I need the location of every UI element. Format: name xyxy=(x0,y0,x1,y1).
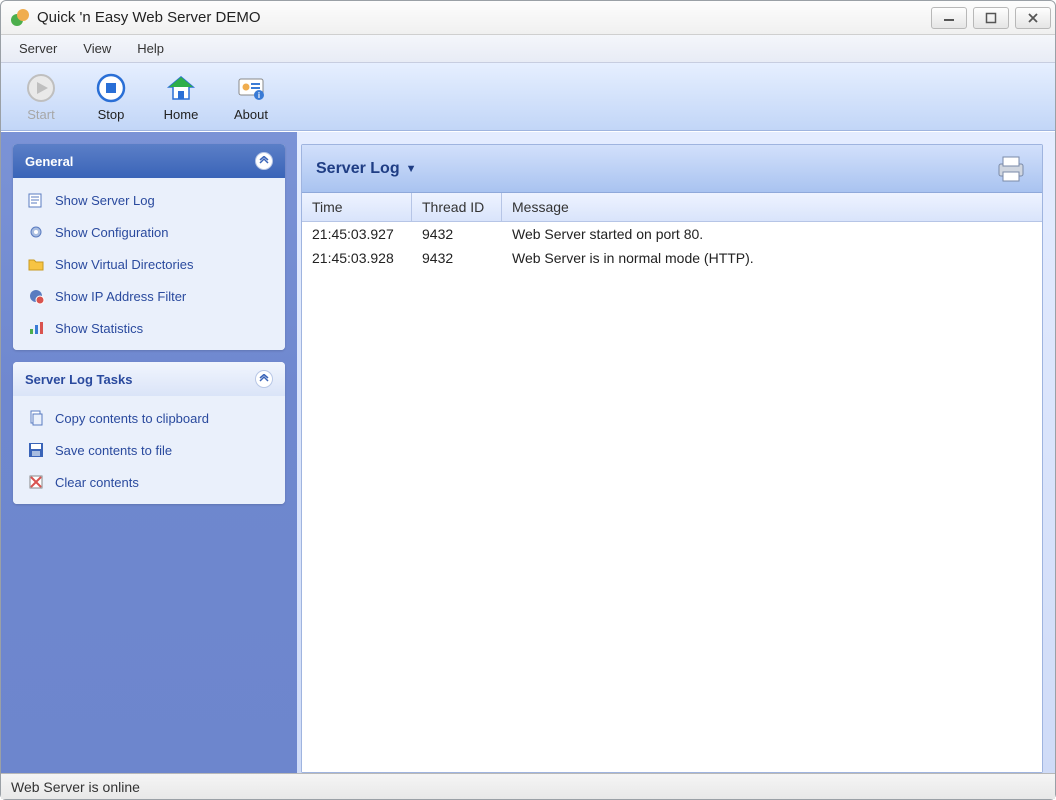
start-label: Start xyxy=(27,107,54,122)
start-button[interactable]: Start xyxy=(15,72,67,122)
sidebar-item-ip-filter[interactable]: Show IP Address Filter xyxy=(17,280,281,312)
maximize-button[interactable] xyxy=(973,7,1009,29)
copy-icon xyxy=(27,409,45,427)
close-button[interactable] xyxy=(1015,7,1051,29)
menu-help[interactable]: Help xyxy=(125,37,176,60)
task-label: Save contents to file xyxy=(55,443,172,458)
about-button[interactable]: i About xyxy=(225,72,277,122)
about-label: About xyxy=(234,107,268,122)
task-label: Copy contents to clipboard xyxy=(55,411,209,426)
stop-label: Stop xyxy=(98,107,125,122)
panel-general-header[interactable]: General xyxy=(13,144,285,178)
table-row[interactable]: 21:45:03.927 9432 Web Server started on … xyxy=(302,222,1042,246)
sidebar-item-label: Show Server Log xyxy=(55,193,155,208)
content-title-text: Server Log xyxy=(316,160,400,178)
table-row[interactable]: 21:45:03.928 9432 Web Server is in norma… xyxy=(302,246,1042,270)
cell-time: 21:45:03.927 xyxy=(302,224,412,244)
gear-icon xyxy=(27,223,45,241)
chart-icon xyxy=(27,319,45,337)
cell-message: Web Server started on port 80. xyxy=(502,224,1042,244)
app-icon xyxy=(11,9,29,27)
chevron-up-icon xyxy=(259,374,269,384)
panel-tasks-body: Copy contents to clipboard Save contents… xyxy=(13,396,285,504)
chevron-up-icon xyxy=(259,156,269,166)
task-label: Clear contents xyxy=(55,475,139,490)
home-icon xyxy=(165,72,197,104)
sidebar-item-virtual-dirs[interactable]: Show Virtual Directories xyxy=(17,248,281,280)
content-card: Server Log ▼ Time Thread ID Message 21:4… xyxy=(301,144,1043,773)
panel-general: General Show Server Log Show Configurati… xyxy=(13,144,285,350)
printer-icon[interactable] xyxy=(994,154,1028,184)
close-icon xyxy=(1027,12,1039,24)
cell-time: 21:45:03.928 xyxy=(302,248,412,268)
main-pane: Server Log ▼ Time Thread ID Message 21:4… xyxy=(297,132,1055,773)
statusbar: Web Server is online xyxy=(1,773,1055,799)
sidebar-item-configuration[interactable]: Show Configuration xyxy=(17,216,281,248)
save-icon xyxy=(27,441,45,459)
home-button[interactable]: Home xyxy=(155,72,207,122)
titlebar: Quick 'n Easy Web Server DEMO xyxy=(1,1,1055,35)
sidebar-item-label: Show IP Address Filter xyxy=(55,289,186,304)
menubar: Server View Help xyxy=(1,35,1055,63)
sidebar-item-label: Show Configuration xyxy=(55,225,168,240)
sidebar-item-label: Show Statistics xyxy=(55,321,143,336)
menu-view[interactable]: View xyxy=(71,37,123,60)
sidebar-item-label: Show Virtual Directories xyxy=(55,257,193,272)
col-thread-header[interactable]: Thread ID xyxy=(412,193,502,221)
window-title: Quick 'n Easy Web Server DEMO xyxy=(37,9,931,26)
filter-icon xyxy=(27,287,45,305)
log-table-body[interactable]: 21:45:03.927 9432 Web Server started on … xyxy=(302,222,1042,772)
cell-thread: 9432 xyxy=(412,248,502,268)
clear-icon xyxy=(27,473,45,491)
sidebar-item-server-log[interactable]: Show Server Log xyxy=(17,184,281,216)
app-window: Quick 'n Easy Web Server DEMO Server Vie… xyxy=(0,0,1056,800)
panel-tasks-title: Server Log Tasks xyxy=(25,372,132,387)
home-label: Home xyxy=(164,107,199,122)
sidebar: General Show Server Log Show Configurati… xyxy=(1,132,297,773)
svg-text:i: i xyxy=(258,91,260,100)
panel-general-body: Show Server Log Show Configuration Show … xyxy=(13,178,285,350)
window-controls xyxy=(931,7,1051,29)
maximize-icon xyxy=(985,12,997,24)
content-header: Server Log ▼ xyxy=(302,145,1042,193)
stop-button[interactable]: Stop xyxy=(85,72,137,122)
stop-icon xyxy=(95,72,127,104)
collapse-general-button[interactable] xyxy=(255,152,273,170)
toolbar: Start Stop Home i About xyxy=(1,63,1055,131)
task-copy-clipboard[interactable]: Copy contents to clipboard xyxy=(17,402,281,434)
minimize-button[interactable] xyxy=(931,7,967,29)
cell-message: Web Server is in normal mode (HTTP). xyxy=(502,248,1042,268)
col-time-header[interactable]: Time xyxy=(302,193,412,221)
col-message-header[interactable]: Message xyxy=(502,193,1042,221)
play-icon xyxy=(25,72,57,104)
log-icon xyxy=(27,191,45,209)
folder-icon xyxy=(27,255,45,273)
body-area: General Show Server Log Show Configurati… xyxy=(1,131,1055,773)
about-icon: i xyxy=(235,72,267,104)
panel-tasks: Server Log Tasks Copy contents to clipbo… xyxy=(13,362,285,504)
menu-server[interactable]: Server xyxy=(7,37,69,60)
collapse-tasks-button[interactable] xyxy=(255,370,273,388)
chevron-down-icon: ▼ xyxy=(406,163,417,175)
cell-thread: 9432 xyxy=(412,224,502,244)
content-title-dropdown[interactable]: Server Log ▼ xyxy=(316,160,416,178)
task-save-file[interactable]: Save contents to file xyxy=(17,434,281,466)
log-table-header: Time Thread ID Message xyxy=(302,193,1042,222)
minimize-icon xyxy=(943,12,955,24)
panel-tasks-header[interactable]: Server Log Tasks xyxy=(13,362,285,396)
task-clear-contents[interactable]: Clear contents xyxy=(17,466,281,498)
sidebar-item-statistics[interactable]: Show Statistics xyxy=(17,312,281,344)
panel-general-title: General xyxy=(25,154,73,169)
status-text: Web Server is online xyxy=(11,779,140,795)
